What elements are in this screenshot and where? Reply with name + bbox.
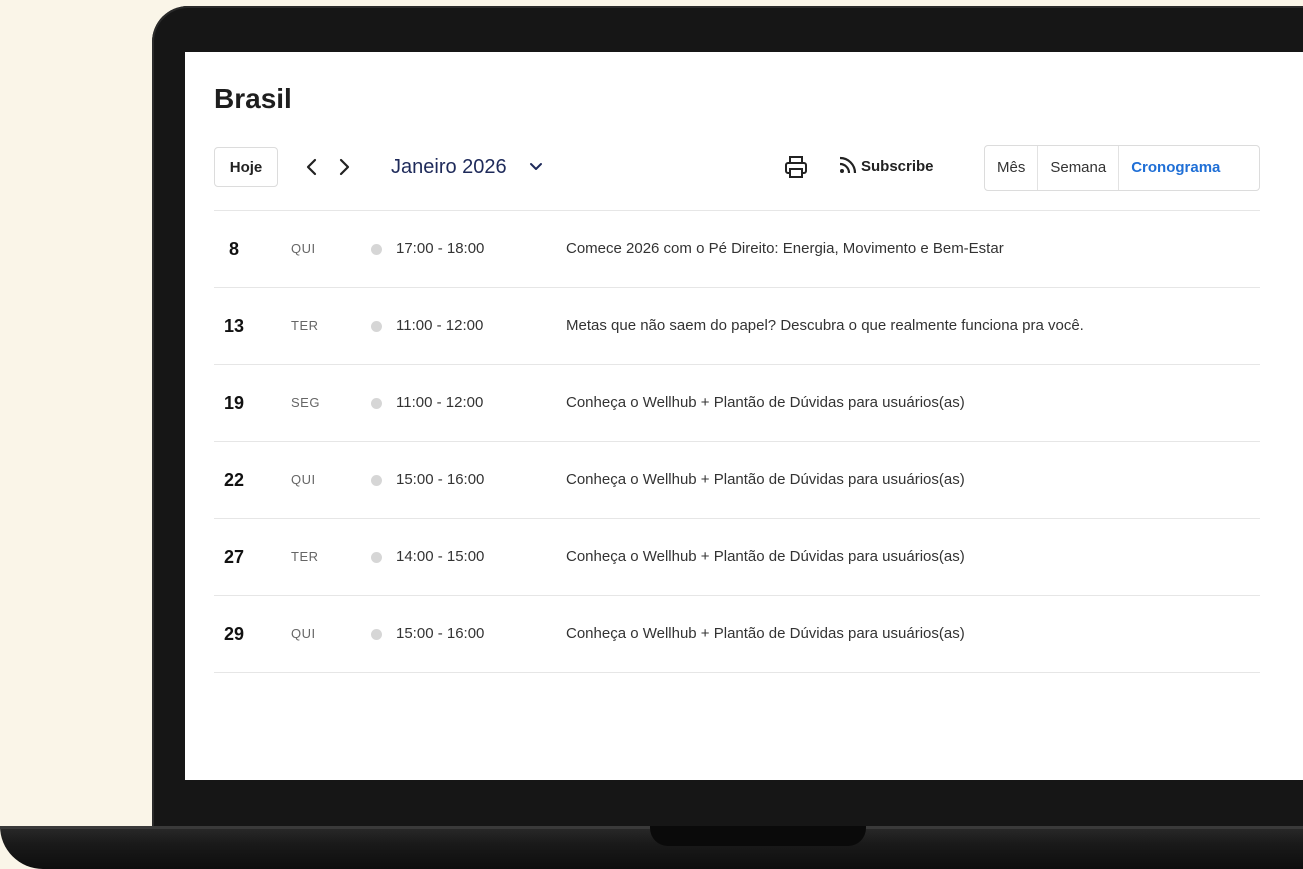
event-weekday: QUI <box>291 626 316 641</box>
event-time: 15:00 - 16:00 <box>396 625 485 642</box>
event-weekday: QUI <box>291 472 316 487</box>
view-switcher: Mês Semana Cronograma <box>984 145 1260 191</box>
chevron-left-icon <box>306 158 317 176</box>
month-selector[interactable]: Janeiro 2026 <box>391 147 507 187</box>
subscribe-button[interactable]: Subscribe <box>839 147 934 187</box>
month-dropdown[interactable] <box>529 147 543 187</box>
event-row[interactable]: 27 TER 14:00 - 15:00 Conheça o Wellhub +… <box>214 518 1260 595</box>
event-time: 11:00 - 12:00 <box>396 317 484 334</box>
event-time: 17:00 - 18:00 <box>396 240 485 257</box>
event-day: 29 <box>223 624 245 644</box>
print-button[interactable] <box>780 151 812 183</box>
event-row[interactable]: 8 QUI 17:00 - 18:00 Comece 2026 com o Pé… <box>214 210 1260 287</box>
rss-icon <box>839 156 857 174</box>
event-title[interactable]: Conheça o Wellhub + Plantão de Dúvidas p… <box>566 365 965 441</box>
laptop-notch <box>650 826 866 846</box>
event-status-dot <box>371 398 382 409</box>
event-row[interactable]: 29 QUI 15:00 - 16:00 Conheça o Wellhub +… <box>214 595 1260 673</box>
event-status-dot <box>371 629 382 640</box>
event-day: 19 <box>223 393 245 413</box>
event-time: 15:00 - 16:00 <box>396 471 485 488</box>
chevron-down-icon <box>530 163 542 170</box>
event-row[interactable]: 13 TER 11:00 - 12:00 Metas que não saem … <box>214 287 1260 364</box>
event-status-dot <box>371 244 382 255</box>
event-title[interactable]: Conheça o Wellhub + Plantão de Dúvidas p… <box>566 519 965 595</box>
previous-month-button[interactable] <box>298 151 326 183</box>
event-status-dot <box>371 552 382 563</box>
event-row[interactable]: 19 SEG 11:00 - 12:00 Conheça o Wellhub +… <box>214 364 1260 441</box>
event-list: 8 QUI 17:00 - 18:00 Comece 2026 com o Pé… <box>214 210 1260 673</box>
event-day: 22 <box>223 470 245 490</box>
event-status-dot <box>371 475 382 486</box>
event-day: 8 <box>228 239 239 259</box>
event-weekday: SEG <box>291 395 320 410</box>
page-title: Brasil <box>214 83 292 114</box>
calendar-toolbar: Hoje Janeiro 2026 Subscribe Mês Semana C… <box>214 145 1260 193</box>
calendar-screen: Brasil Hoje Janeiro 2026 Subscribe Mês S… <box>185 52 1303 780</box>
event-status-dot <box>371 321 382 332</box>
today-button[interactable]: Hoje <box>214 147 278 187</box>
event-weekday: TER <box>291 318 319 333</box>
view-week-tab[interactable]: Semana <box>1037 146 1118 190</box>
chevron-right-icon <box>339 158 350 176</box>
event-title[interactable]: Metas que não saem do papel? Descubra o … <box>566 288 1084 364</box>
event-weekday: TER <box>291 549 319 564</box>
event-day: 13 <box>223 316 245 336</box>
event-time: 11:00 - 12:00 <box>396 394 484 411</box>
next-month-button[interactable] <box>330 151 358 183</box>
view-month-tab[interactable]: Mês <box>985 146 1037 190</box>
event-time: 14:00 - 15:00 <box>396 548 485 565</box>
event-title[interactable]: Comece 2026 com o Pé Direito: Energia, M… <box>566 211 1004 287</box>
event-row[interactable]: 22 QUI 15:00 - 16:00 Conheça o Wellhub +… <box>214 441 1260 518</box>
event-title[interactable]: Conheça o Wellhub + Plantão de Dúvidas p… <box>566 442 965 518</box>
printer-icon <box>785 156 807 178</box>
event-title[interactable]: Conheça o Wellhub + Plantão de Dúvidas p… <box>566 596 965 672</box>
view-schedule-tab[interactable]: Cronograma <box>1118 146 1232 190</box>
event-weekday: QUI <box>291 241 316 256</box>
event-day: 27 <box>223 547 245 567</box>
subscribe-label: Subscribe <box>861 158 934 175</box>
